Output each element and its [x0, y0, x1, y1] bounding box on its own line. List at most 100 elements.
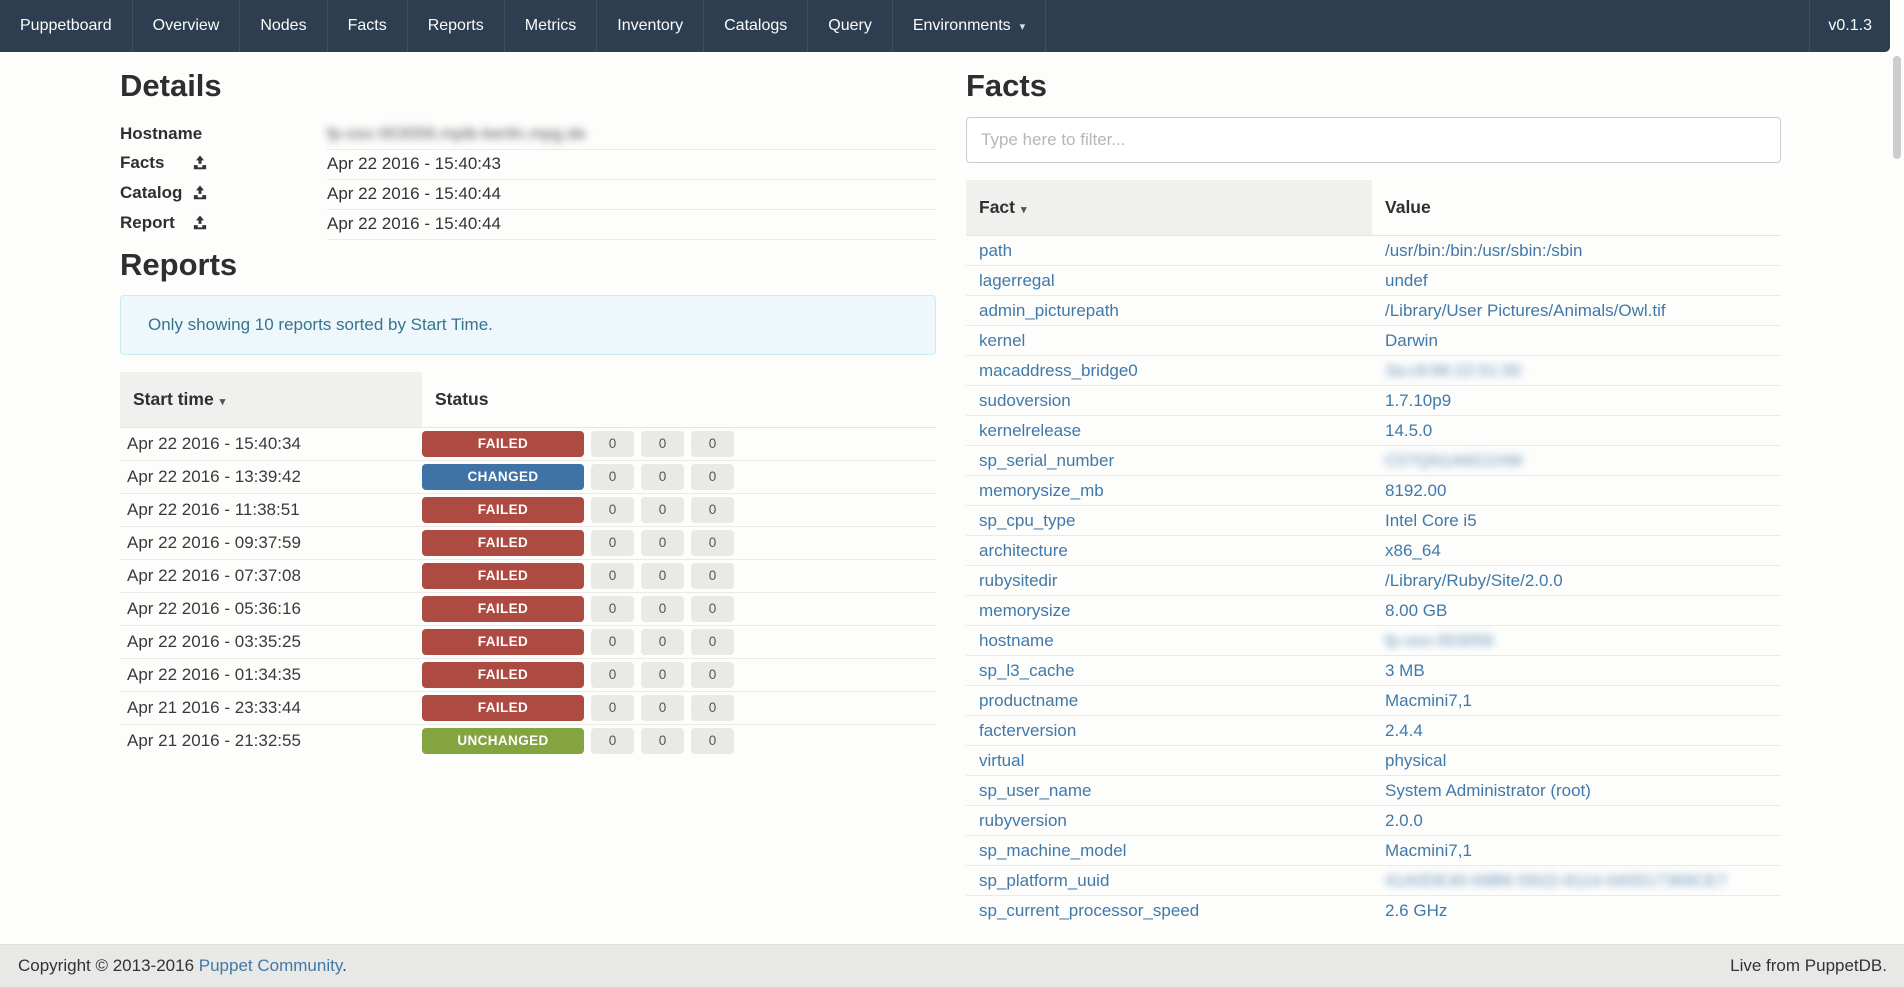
fact-value-link[interactable]: 41A0DE40-69B6-591D-8114-0A5517369CE7 — [1385, 871, 1727, 891]
fact-name-link[interactable]: sp_l3_cache — [979, 661, 1074, 680]
report-count-badge: 0 — [641, 431, 684, 457]
sort-caret-icon: ▾ — [1021, 204, 1027, 216]
fact-row: sp_platform_uuid 41A0DE40-69B6-591D-8114… — [966, 866, 1781, 896]
status-header[interactable]: Status — [422, 372, 936, 428]
fact-value-link[interactable]: physical — [1385, 751, 1446, 770]
fact-row: memorysize 8.00 GB — [966, 596, 1781, 626]
fact-value-link[interactable]: 2.4.4 — [1385, 721, 1423, 740]
fact-value-link[interactable]: x86_64 — [1385, 541, 1441, 560]
main-content: Details Hostname fp-osx-003056.mpib-berl… — [120, 52, 1781, 926]
start-time-header-label: Start time — [133, 389, 214, 409]
value-header[interactable]: Value — [1372, 180, 1781, 236]
detail-value: Apr 22 2016 - 15:40:44 — [327, 179, 936, 209]
fact-name-link[interactable]: sp_current_processor_speed — [979, 901, 1199, 920]
nav-item-reports[interactable]: Reports — [408, 0, 505, 52]
sort-caret-icon: ▾ — [220, 396, 226, 408]
fact-name-link[interactable]: memorysize — [979, 601, 1071, 620]
fact-name-link[interactable]: kernel — [979, 331, 1025, 350]
copyright-suffix: . — [342, 956, 347, 975]
fact-name-link[interactable]: kernelrelease — [979, 421, 1081, 440]
detail-label: Catalog — [120, 183, 193, 203]
upload-icon[interactable] — [193, 185, 207, 205]
fact-row: path /usr/bin:/bin:/usr/sbin:/sbin — [966, 236, 1781, 266]
report-row: Apr 22 2016 - 13:39:42 CHANGED000 — [120, 460, 936, 493]
fact-value-link[interactable]: 3a:c9:86:22:01:00 — [1385, 361, 1521, 381]
status-badge: FAILED — [422, 431, 584, 457]
fact-row: sp_machine_model Macmini7,1 — [966, 836, 1781, 866]
fact-value-link[interactable]: System Administrator (root) — [1385, 781, 1591, 800]
fact-name-link[interactable]: architecture — [979, 541, 1068, 560]
fact-value-link[interactable]: /Library/User Pictures/Animals/Owl.tif — [1385, 301, 1666, 320]
fact-name-link[interactable]: admin_picturepath — [979, 301, 1119, 320]
navbar-brand[interactable]: Puppetboard — [0, 0, 133, 52]
reports-table: Start time ▾ Status Apr 22 2016 - 15:40:3… — [120, 372, 936, 758]
nav-item-query[interactable]: Query — [808, 0, 893, 52]
report-count-badge: 0 — [641, 497, 684, 523]
fact-name-link[interactable]: rubyversion — [979, 811, 1067, 830]
report-count-badge: 0 — [641, 464, 684, 490]
nav-item-inventory[interactable]: Inventory — [597, 0, 704, 52]
details-reports-panel: Details Hostname fp-osx-003056.mpib-berl… — [120, 52, 936, 926]
fact-header-label: Fact — [979, 197, 1015, 217]
fact-value-link[interactable]: 3 MB — [1385, 661, 1425, 680]
nav-item-facts[interactable]: Facts — [328, 0, 408, 52]
report-count-badge: 0 — [691, 464, 734, 490]
fact-value-link[interactable]: Macmini7,1 — [1385, 841, 1472, 860]
puppet-community-link[interactable]: Puppet Community — [199, 956, 342, 975]
report-start-time: Apr 22 2016 - 05:36:16 — [120, 592, 422, 625]
fact-value-link[interactable]: 2.6 GHz — [1385, 901, 1447, 920]
fact-value-link[interactable]: C07QN1A6G1HW — [1385, 451, 1523, 471]
facts-filter-input[interactable] — [966, 117, 1781, 163]
fact-value-link[interactable]: 2.0.0 — [1385, 811, 1423, 830]
facts-panel: Facts Fact▾ Value path /usr/bin:/bin:/us… — [966, 52, 1781, 926]
fact-value-link[interactable]: undef — [1385, 271, 1428, 290]
fact-value-link[interactable]: /Library/Ruby/Site/2.0.0 — [1385, 571, 1563, 590]
nav-item-overview[interactable]: Overview — [133, 0, 241, 52]
report-start-time: Apr 22 2016 - 15:40:34 — [120, 427, 422, 460]
fact-name-link[interactable]: path — [979, 241, 1012, 260]
fact-name-link[interactable]: productname — [979, 691, 1078, 710]
report-row: Apr 22 2016 - 15:40:34 FAILED000 — [120, 427, 936, 460]
nav-item-metrics[interactable]: Metrics — [505, 0, 598, 52]
report-count-badge: 0 — [641, 662, 684, 688]
fact-value-link[interactable]: /usr/bin:/bin:/usr/sbin:/sbin — [1385, 241, 1582, 260]
fact-name-link[interactable]: facterversion — [979, 721, 1076, 740]
report-count-badge: 0 — [591, 662, 634, 688]
start-time-header[interactable]: Start time ▾ — [120, 372, 422, 428]
environments-dropdown[interactable]: Environments ▾ — [893, 0, 1046, 52]
fact-name-link[interactable]: sudoversion — [979, 391, 1071, 410]
fact-value-link[interactable]: Intel Core i5 — [1385, 511, 1477, 530]
fact-row: hostname fp-osx-003056 — [966, 626, 1781, 656]
nav-item-catalogs[interactable]: Catalogs — [704, 0, 808, 52]
upload-icon[interactable] — [193, 155, 207, 175]
fact-name-link[interactable]: sp_serial_number — [979, 451, 1114, 470]
report-row: Apr 21 2016 - 21:32:55 UNCHANGED000 — [120, 724, 936, 757]
fact-value-link[interactable]: Darwin — [1385, 331, 1438, 350]
fact-row: rubysitedir /Library/Ruby/Site/2.0.0 — [966, 566, 1781, 596]
fact-value-link[interactable]: 1.7.10p9 — [1385, 391, 1451, 410]
upload-icon[interactable] — [193, 215, 207, 235]
fact-name-link[interactable]: rubysitedir — [979, 571, 1057, 590]
fact-name-link[interactable]: hostname — [979, 631, 1054, 650]
fact-header[interactable]: Fact ▾ — [966, 180, 1372, 236]
fact-value-link[interactable]: Macmini7,1 — [1385, 691, 1472, 710]
fact-value-link[interactable]: 8192.00 — [1385, 481, 1446, 500]
fact-name-link[interactable]: virtual — [979, 751, 1024, 770]
fact-name-link[interactable]: memorysize_mb — [979, 481, 1104, 500]
fact-value-link[interactable]: 8.00 GB — [1385, 601, 1447, 620]
report-row: Apr 21 2016 - 23:33:44 FAILED000 — [120, 691, 936, 724]
fact-name-link[interactable]: sp_user_name — [979, 781, 1091, 800]
scrollbar-thumb[interactable] — [1893, 56, 1901, 159]
fact-value-link[interactable]: 14.5.0 — [1385, 421, 1432, 440]
facts-table: Fact ▾ Value path /usr/bin:/bin:/usr/sbin… — [966, 180, 1781, 926]
scrollbar-track[interactable] — [1890, 0, 1904, 944]
fact-name-link[interactable]: sp_cpu_type — [979, 511, 1075, 530]
fact-name-link[interactable]: sp_platform_uuid — [979, 871, 1109, 890]
fact-name-link[interactable]: lagerregal — [979, 271, 1055, 290]
report-count-badge: 0 — [591, 596, 634, 622]
nav-item-nodes[interactable]: Nodes — [240, 0, 327, 52]
details-table: Hostname fp-osx-003056.mpib-berlin.mpg.d… — [120, 119, 936, 240]
fact-value-link[interactable]: fp-osx-003056 — [1385, 631, 1494, 651]
fact-name-link[interactable]: macaddress_bridge0 — [979, 361, 1138, 380]
fact-name-link[interactable]: sp_machine_model — [979, 841, 1126, 860]
